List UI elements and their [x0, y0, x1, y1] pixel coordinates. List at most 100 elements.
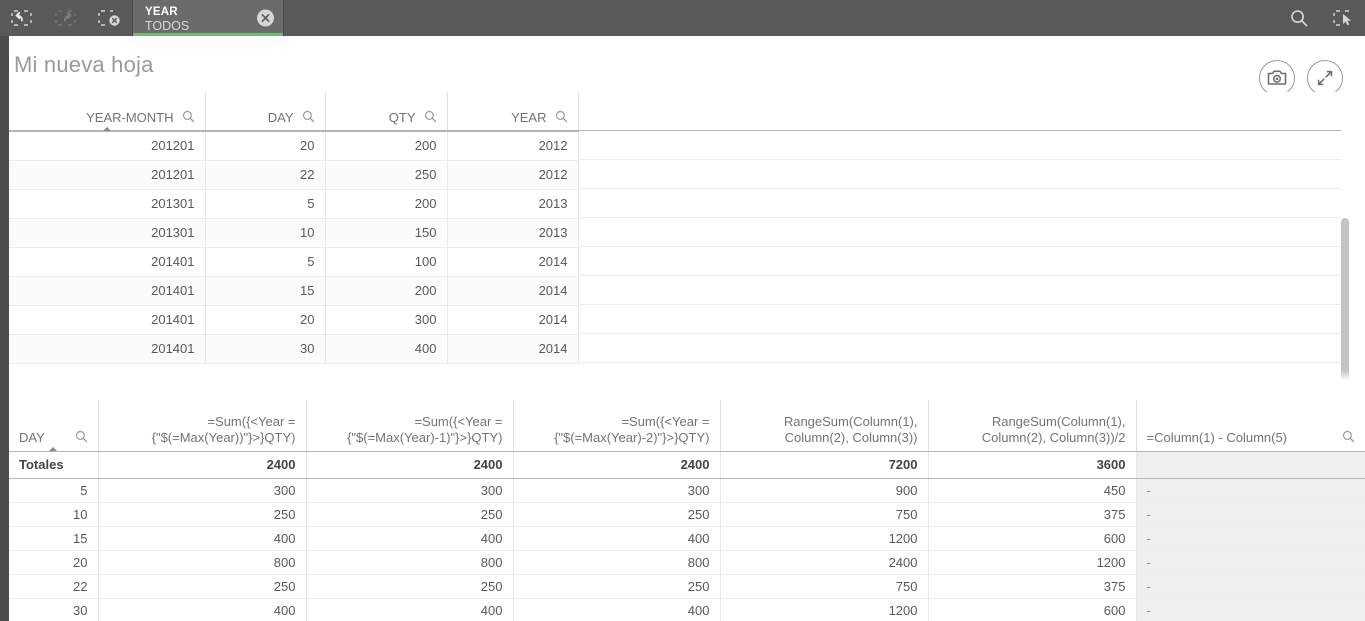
- table-cell[interactable]: 375: [928, 502, 1137, 527]
- table-cell[interactable]: 30: [205, 334, 326, 364]
- table-cell[interactable]: 5: [205, 189, 326, 219]
- table-cell[interactable]: 2013: [447, 189, 579, 219]
- table-cell[interactable]: 800: [513, 550, 721, 575]
- column-header-rangesum-half[interactable]: RangeSum(Column(1), Column(2), Column(3)…: [928, 400, 1137, 452]
- redo-button[interactable]: [44, 0, 88, 36]
- table-cell[interactable]: 400: [98, 598, 307, 621]
- table-cell[interactable]: -: [1136, 526, 1365, 551]
- table-cell[interactable]: 250: [513, 502, 721, 527]
- table-cell[interactable]: 100: [325, 247, 448, 277]
- column-header-column-diff[interactable]: =Column(1) - Column(5): [1136, 400, 1365, 452]
- search-icon[interactable]: [182, 110, 195, 126]
- table-cell[interactable]: 2014: [447, 276, 579, 306]
- table-cell[interactable]: 400: [98, 526, 307, 551]
- column-header-expr-2[interactable]: =Sum({<Year = {"$(=Max(Year)-1)"}>}QTY): [306, 400, 514, 452]
- column-header-day[interactable]: DAY: [205, 92, 326, 132]
- table-cell[interactable]: 300: [325, 305, 448, 335]
- table-cell[interactable]: 2014: [447, 247, 579, 277]
- table-cell[interactable]: 2400: [720, 550, 929, 575]
- table-cell[interactable]: 2012: [447, 131, 579, 161]
- column-header-day[interactable]: DAY: [9, 400, 99, 452]
- table-row[interactable]: 201201 22 250 2012: [9, 160, 579, 190]
- table-cell[interactable]: 300: [306, 478, 514, 503]
- vertical-scrollbar-thumb[interactable]: [1341, 218, 1349, 382]
- clear-selection-button[interactable]: [257, 9, 274, 27]
- fullscreen-button[interactable]: [1307, 60, 1343, 96]
- table-cell[interactable]: -: [1136, 502, 1365, 527]
- table-cell[interactable]: 1200: [720, 598, 929, 621]
- table-cell[interactable]: 250: [306, 574, 514, 599]
- table-cell[interactable]: 201401: [9, 305, 206, 335]
- table-cell[interactable]: 15: [205, 276, 326, 306]
- table-cell[interactable]: 375: [928, 574, 1137, 599]
- selection-chip-year[interactable]: YEAR TODOS: [132, 0, 284, 36]
- table-row[interactable]: 201401 5 100 2014: [9, 247, 579, 277]
- table-row[interactable]: 201301 10 150 2013: [9, 218, 579, 248]
- table-cell[interactable]: 300: [513, 478, 721, 503]
- table-row[interactable]: 5 300 300 300 900 450-: [9, 478, 1365, 503]
- table-cell-dimension[interactable]: 10: [9, 502, 99, 527]
- table-cell[interactable]: 800: [98, 550, 307, 575]
- table-cell[interactable]: 150: [325, 218, 448, 248]
- table-row[interactable]: 201401 15 200 2014: [9, 276, 579, 306]
- table-cell[interactable]: 2014: [447, 334, 579, 364]
- table-cell[interactable]: 300: [98, 478, 307, 503]
- column-header-rangesum[interactable]: RangeSum(Column(1), Column(2), Column(3)…: [720, 400, 929, 452]
- table-cell[interactable]: 20: [205, 305, 326, 335]
- table-cell[interactable]: 600: [928, 526, 1137, 551]
- table-cell[interactable]: 200: [325, 131, 448, 161]
- table-cell[interactable]: 1200: [720, 526, 929, 551]
- table-cell[interactable]: 250: [98, 502, 307, 527]
- search-icon[interactable]: [75, 430, 88, 446]
- selections-tool-button[interactable]: [1321, 0, 1365, 36]
- table-cell[interactable]: 400: [306, 526, 514, 551]
- table-cell[interactable]: 750: [720, 574, 929, 599]
- snapshot-button[interactable]: [1259, 60, 1295, 96]
- table-cell[interactable]: 2012: [447, 160, 579, 190]
- clear-selections-button[interactable]: [88, 0, 132, 36]
- table-cell[interactable]: 201301: [9, 218, 206, 248]
- table-cell[interactable]: 201301: [9, 189, 206, 219]
- table-cell[interactable]: 250: [98, 574, 307, 599]
- table-row[interactable]: 10 250 250 250 750 375-: [9, 502, 1365, 527]
- table-cell[interactable]: 250: [325, 160, 448, 190]
- column-header-qty[interactable]: QTY: [325, 92, 448, 132]
- table-cell[interactable]: 400: [513, 598, 721, 621]
- column-header-year[interactable]: YEAR: [447, 92, 579, 132]
- table-cell[interactable]: 400: [306, 598, 514, 621]
- table-cell[interactable]: 201201: [9, 160, 206, 190]
- table-cell[interactable]: 200: [325, 189, 448, 219]
- table-cell[interactable]: 201401: [9, 334, 206, 364]
- column-header-expr-1[interactable]: =Sum({<Year = {"$(=Max(Year))"}>}QTY): [98, 400, 307, 452]
- search-icon[interactable]: [1342, 430, 1355, 446]
- table-cell[interactable]: 800: [306, 550, 514, 575]
- table-row[interactable]: 15 400 400 400 1200 600-: [9, 526, 1365, 551]
- table-cell[interactable]: 600: [928, 598, 1137, 621]
- table-cell[interactable]: 250: [306, 502, 514, 527]
- table-cell[interactable]: 250: [513, 574, 721, 599]
- table-cell-dimension[interactable]: 20: [9, 550, 99, 575]
- table-cell[interactable]: 2013: [447, 218, 579, 248]
- table-cell[interactable]: 450: [928, 478, 1137, 503]
- table-cell[interactable]: 22: [205, 160, 326, 190]
- table-cell[interactable]: 1200: [928, 550, 1137, 575]
- table-cell[interactable]: 201201: [9, 131, 206, 161]
- table-cell[interactable]: 400: [513, 526, 721, 551]
- table-cell[interactable]: 750: [720, 502, 929, 527]
- search-icon[interactable]: [555, 110, 568, 126]
- table-row[interactable]: 30 400 400 400 1200 600-: [9, 598, 1365, 621]
- table-cell[interactable]: 400: [325, 334, 448, 364]
- table-cell[interactable]: 200: [325, 276, 448, 306]
- search-button[interactable]: [1277, 0, 1321, 36]
- table-cell[interactable]: 201401: [9, 276, 206, 306]
- table-cell[interactable]: -: [1136, 574, 1365, 599]
- table-row[interactable]: 20 800 800 800 2400 1200-: [9, 550, 1365, 575]
- search-icon[interactable]: [424, 110, 437, 126]
- column-header-year-month[interactable]: YEAR-MONTH: [9, 92, 206, 132]
- search-icon[interactable]: [302, 110, 315, 126]
- table-row[interactable]: 201301 5 200 2013: [9, 189, 579, 219]
- table-cell[interactable]: 2014: [447, 305, 579, 335]
- table-cell[interactable]: 20: [205, 131, 326, 161]
- table-row[interactable]: 201401 20 300 2014: [9, 305, 579, 335]
- table-cell[interactable]: -: [1136, 478, 1365, 503]
